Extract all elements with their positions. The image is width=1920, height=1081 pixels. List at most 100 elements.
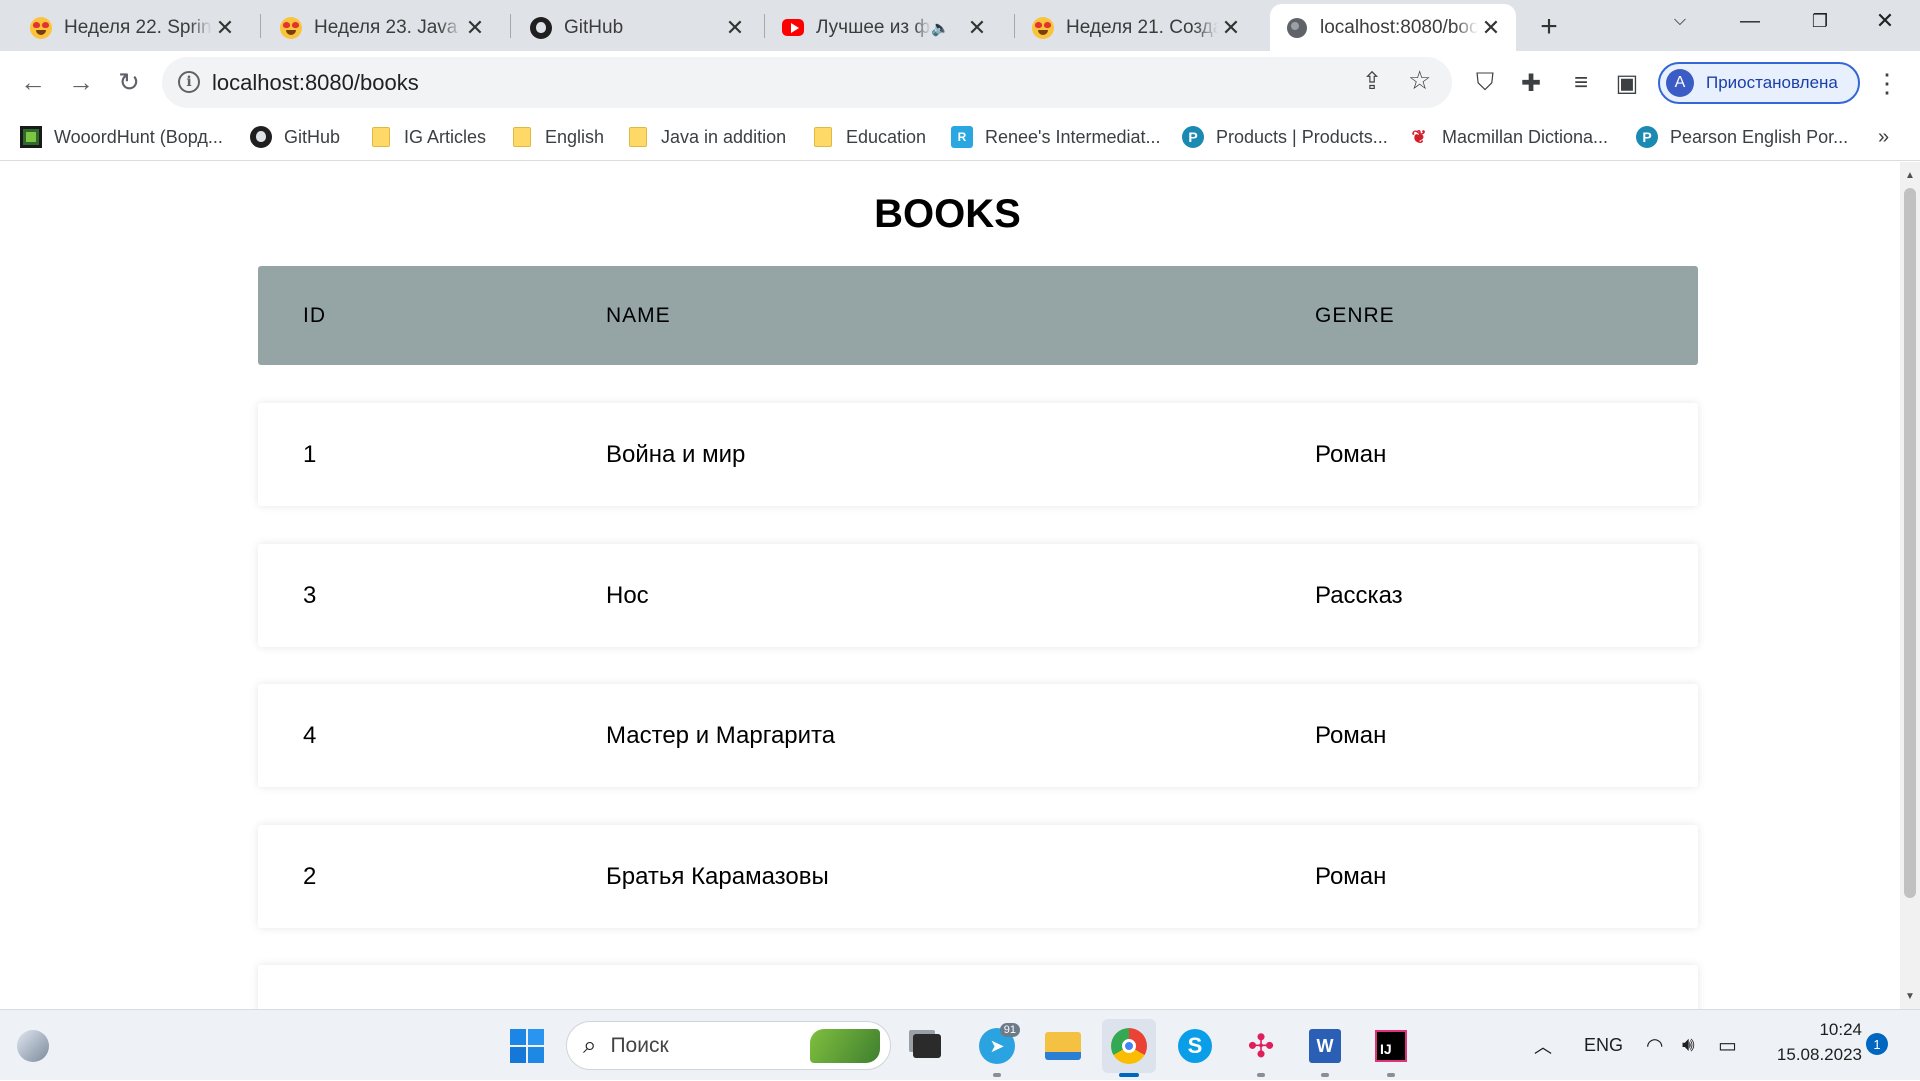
- bookmarks-bar: WooordHunt (Ворд... GitHub IG Articles E…: [0, 114, 1920, 161]
- site-info-icon[interactable]: i: [178, 71, 200, 93]
- pearson-icon: P: [1182, 126, 1204, 148]
- show-hidden-icons-chevron-icon[interactable]: ︿: [1534, 1010, 1552, 1081]
- intellij-idea-icon[interactable]: IJ: [1364, 1019, 1418, 1077]
- book-name: Война и мир: [606, 440, 746, 468]
- more-bookmarks-chevron-icon[interactable]: »: [1878, 114, 1889, 160]
- address-url[interactable]: localhost:8080/books: [212, 70, 419, 96]
- page-title: BOOKS: [874, 192, 1021, 236]
- forward-arrow-icon[interactable]: →: [60, 61, 102, 103]
- bookmark-wooordhunt[interactable]: WooordHunt (Ворд...: [20, 114, 223, 160]
- side-panel-icon[interactable]: ▣: [1608, 64, 1646, 102]
- wifi-icon[interactable]: ◠: [1646, 1010, 1663, 1081]
- tab-separator: [764, 14, 765, 38]
- battery-icon[interactable]: ▭: [1718, 1010, 1737, 1081]
- input-language-indicator[interactable]: ENG: [1584, 1010, 1623, 1081]
- media-control-icon[interactable]: ≡: [1562, 64, 1600, 102]
- reload-icon[interactable]: ↻: [108, 61, 150, 103]
- bookmark-ig-articles[interactable]: IG Articles: [370, 114, 486, 160]
- tab-youtube[interactable]: Лучшее из фор 🔈 ✕: [766, 4, 1002, 51]
- book-genre: Роман: [1315, 862, 1387, 890]
- clock-date[interactable]: 15.08.2023: [1766, 1045, 1862, 1065]
- heart-eyes-emoji-icon: [1032, 16, 1054, 39]
- column-header-id: ID: [303, 303, 326, 327]
- task-view-icon[interactable]: [900, 1019, 954, 1073]
- bookmark-label: Education: [846, 126, 927, 147]
- close-icon[interactable]: ✕: [462, 15, 488, 41]
- extensions-puzzle-icon[interactable]: ✚: [1512, 64, 1550, 102]
- telegram-icon[interactable]: ➤ 91: [970, 1019, 1024, 1077]
- bookmark-english[interactable]: English: [511, 114, 604, 160]
- bookmark-label: Pearson English Por...: [1670, 126, 1849, 147]
- bookmark-products[interactable]: P Products | Products...: [1182, 114, 1388, 160]
- clock-time[interactable]: 10:24: [1766, 1020, 1862, 1040]
- slack-icon[interactable]: ✣: [1234, 1019, 1288, 1077]
- taskbar-search[interactable]: ⌕ Поиск: [566, 1021, 891, 1070]
- word-icon[interactable]: W: [1298, 1019, 1352, 1077]
- table-row: 2 Братья Карамазовы Роман: [258, 825, 1698, 928]
- close-icon[interactable]: ✕: [1218, 15, 1244, 41]
- tab-github[interactable]: GitHub ✕: [514, 4, 760, 51]
- kebab-menu-icon[interactable]: ⋮: [1868, 64, 1906, 102]
- scroll-down-arrow-icon[interactable]: ▼: [1904, 991, 1916, 1003]
- tab-nedelya-22[interactable]: Неделя 22. Spring S ✕: [14, 4, 250, 51]
- book-name: Братья Карамазовы: [606, 862, 829, 890]
- renee-icon: R: [951, 126, 973, 148]
- tab-separator: [1014, 14, 1015, 38]
- scroll-up-arrow-icon[interactable]: ▲: [1904, 170, 1916, 182]
- restore-button[interactable]: ❐: [1785, 0, 1855, 42]
- page-scrollbar[interactable]: ▲ ▼: [1900, 162, 1920, 1009]
- column-header-genre: GENRE: [1315, 303, 1395, 327]
- tab-localhost-books[interactable]: localhost:8080/boo ✕: [1270, 4, 1516, 51]
- shield-extension-icon[interactable]: ⛉: [1466, 64, 1504, 102]
- tab-nedelya-23[interactable]: Неделя 23. Java Val ✕: [264, 4, 500, 51]
- chrome-taskbar-icon[interactable]: [1102, 1019, 1156, 1077]
- tab-title: localhost:8080/boo: [1320, 16, 1478, 38]
- audio-playing-icon[interactable]: 🔈: [931, 19, 950, 37]
- close-icon[interactable]: ✕: [212, 15, 238, 41]
- skype-icon[interactable]: S: [1168, 1019, 1222, 1073]
- bookmark-label: Macmillan Dictiona...: [1442, 126, 1609, 147]
- bookmark-java-in-addition[interactable]: Java in addition: [627, 114, 786, 160]
- profile-button[interactable]: A Приостановлена: [1658, 62, 1860, 104]
- bookmark-label: English: [545, 126, 605, 147]
- table-row: 1 Война и мир Роман: [258, 403, 1698, 506]
- close-icon[interactable]: ✕: [722, 15, 748, 41]
- volume-icon[interactable]: 🔊︎: [1682, 1010, 1695, 1081]
- minimize-button[interactable]: —: [1715, 0, 1785, 42]
- close-icon[interactable]: ✕: [964, 15, 990, 41]
- bookmark-star-icon[interactable]: ☆: [1408, 65, 1431, 96]
- bookmark-label: Java in addition: [661, 126, 787, 147]
- back-arrow-icon[interactable]: ←: [12, 61, 54, 103]
- book-name: Мастер и Маргарита: [606, 721, 836, 749]
- tab-title: Лучшее из фор: [816, 16, 931, 38]
- tab-nedelya-21[interactable]: Неделя 21. Создае ✕: [1016, 4, 1256, 51]
- close-icon[interactable]: ✕: [1478, 15, 1504, 41]
- tab-search-chevron-icon[interactable]: ⌵: [1645, 0, 1715, 42]
- bookmark-education[interactable]: Education: [812, 114, 926, 160]
- weather-widget-icon[interactable]: [6, 1019, 60, 1073]
- address-bar[interactable]: i localhost:8080/books ⇪ ☆: [162, 57, 1452, 108]
- bookmark-macmillan[interactable]: ❦ Macmillan Dictiona...: [1408, 114, 1608, 160]
- bookmark-github[interactable]: GitHub: [250, 114, 340, 160]
- bookmark-label: IG Articles: [404, 126, 487, 147]
- book-id: 1: [303, 440, 317, 468]
- scrollbar-thumb[interactable]: [1904, 188, 1916, 898]
- youtube-icon: [782, 17, 804, 39]
- share-icon[interactable]: ⇪: [1362, 67, 1382, 96]
- folder-icon: [812, 126, 834, 148]
- book-id: 4: [303, 721, 317, 749]
- bookmark-renees-intermediate[interactable]: R Renee's Intermediat...: [951, 114, 1161, 160]
- bookmark-pearson-english[interactable]: P Pearson English Por...: [1636, 114, 1848, 160]
- new-tab-button[interactable]: +: [1532, 10, 1566, 44]
- notification-count-badge[interactable]: 1: [1866, 1033, 1888, 1055]
- telegram-unread-badge: 91: [999, 1023, 1020, 1037]
- table-row: 3 Нос Рассказ: [258, 544, 1698, 647]
- page-content: BOOKS ID NAME GENRE 1 Война и мир Роман …: [0, 162, 1900, 1009]
- table-header: ID NAME GENRE: [258, 266, 1698, 365]
- close-window-button[interactable]: ✕: [1850, 0, 1920, 42]
- tab-title: Неделя 22. Spring S: [64, 16, 212, 38]
- tab-strip: Неделя 22. Spring S ✕ Неделя 23. Java Va…: [0, 0, 1920, 51]
- windows-start-icon[interactable]: [500, 1019, 554, 1073]
- search-highlight-image: [810, 1028, 880, 1063]
- file-explorer-icon[interactable]: [1036, 1019, 1090, 1073]
